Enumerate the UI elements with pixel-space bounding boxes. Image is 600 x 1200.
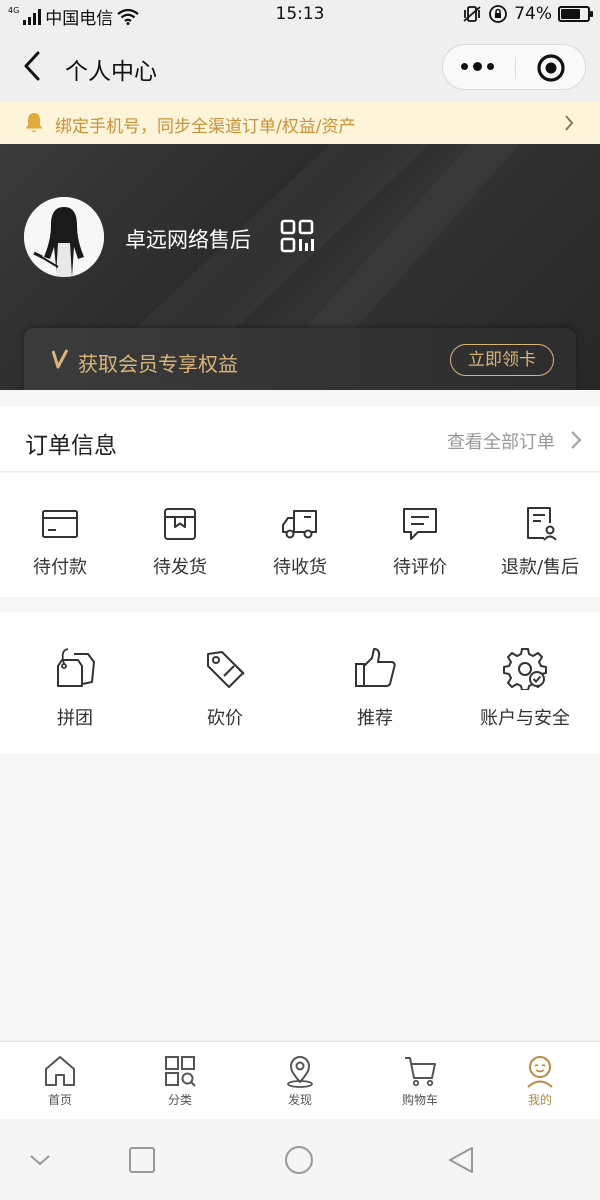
mini-program-capsule (442, 44, 586, 90)
box-icon (164, 508, 196, 540)
truck-icon (282, 510, 317, 539)
refund-doc-icon (527, 507, 557, 541)
order-item-label: 待评价 (393, 557, 447, 578)
battery-fill (561, 9, 581, 19)
navigation-bar: 个人中心 (0, 30, 600, 102)
tab-home[interactable]: 首页 (0, 1042, 120, 1119)
tab-mine[interactable]: 我的 (480, 1042, 600, 1119)
vip-benefit-text: 获取会员专享权益 (78, 352, 238, 376)
capsule-divider (515, 57, 516, 79)
tab-label: 首页 (47, 1093, 72, 1107)
avatar-illustration (24, 197, 104, 277)
tools-row: 拼团 砍价 推荐 账户与安全 (0, 612, 600, 754)
notice-text: 绑定手机号，同步全渠道订单/权益/资产 (55, 117, 356, 137)
gear-check-icon (503, 648, 547, 690)
page-title: 个人中心 (65, 59, 157, 85)
system-navigation-bar (0, 1119, 600, 1200)
card-icon (42, 510, 78, 538)
category-icon (165, 1056, 196, 1087)
tab-label: 我的 (527, 1093, 552, 1107)
target-circle-icon[interactable] (536, 53, 566, 83)
tool-label: 拼团 (57, 708, 93, 729)
chevron-down-icon[interactable] (25, 1145, 55, 1175)
status-bar: 4G 中国电信 15:13 74% (0, 0, 600, 30)
order-pending-review[interactable]: 待评价 (360, 473, 480, 597)
order-status-row: 待付款 待发货 待收货 待评价 退款/售后 (0, 473, 600, 597)
order-item-label: 待付款 (33, 557, 87, 578)
bell-icon (25, 113, 43, 133)
chevron-right-icon (565, 115, 574, 131)
bottom-tab-bar: 首页 分类 发现 购物车 我的 (0, 1041, 600, 1119)
qr-code-icon[interactable] (280, 219, 314, 253)
order-pending-receipt[interactable]: 待收货 (240, 473, 360, 597)
tab-label: 发现 (287, 1093, 312, 1107)
claim-card-button[interactable]: 立即领卡 (450, 344, 554, 376)
tool-group-buy[interactable]: 拼团 (0, 612, 150, 754)
location-icon (287, 1056, 313, 1088)
rotation-lock-icon (489, 5, 508, 23)
order-refund-aftersale[interactable]: 退款/售后 (480, 473, 600, 597)
recent-apps-icon[interactable] (127, 1145, 157, 1175)
tab-label: 购物车 (401, 1093, 438, 1107)
order-info-title: 订单信息 (25, 433, 117, 459)
order-info-header: 订单信息 查看全部订单 (0, 406, 600, 472)
tags-icon (57, 648, 95, 687)
tab-label: 分类 (167, 1093, 192, 1107)
order-item-label: 待收货 (273, 557, 327, 578)
order-pending-shipment[interactable]: 待发货 (120, 473, 240, 597)
profile-header: 卓远网络售后 获取会员专享权益 立即领卡 (0, 144, 600, 390)
cart-icon (405, 1057, 436, 1087)
vibrate-icon (463, 6, 481, 22)
thumbs-up-icon (355, 648, 396, 687)
bind-phone-notice[interactable]: 绑定手机号，同步全渠道订单/权益/资产 (0, 102, 600, 144)
vip-card: 获取会员专享权益 立即领卡 (24, 328, 576, 390)
tool-bargain[interactable]: 砍价 (150, 612, 300, 754)
tab-category[interactable]: 分类 (120, 1042, 240, 1119)
tab-cart[interactable]: 购物车 (360, 1042, 480, 1119)
home-circle-icon[interactable] (284, 1145, 314, 1175)
chevron-right-icon[interactable] (570, 430, 582, 450)
avatar[interactable] (24, 197, 104, 277)
tab-discover[interactable]: 发现 (240, 1042, 360, 1119)
more-dots-icon[interactable] (461, 62, 494, 71)
order-pending-payment[interactable]: 待付款 (0, 473, 120, 597)
tool-label: 推荐 (357, 708, 393, 729)
tool-label: 砍价 (207, 708, 243, 729)
username: 卓远网络售后 (125, 228, 251, 252)
battery-icon (558, 6, 593, 22)
order-item-label: 退款/售后 (500, 557, 580, 578)
chevron-left-icon[interactable] (18, 50, 48, 82)
status-right: 74% (462, 4, 593, 24)
vip-v-icon (52, 349, 68, 369)
view-all-orders-link[interactable]: 查看全部订单 (447, 428, 555, 454)
comment-icon (403, 508, 437, 540)
user-face-icon (527, 1056, 553, 1088)
tool-recommend[interactable]: 推荐 (300, 612, 450, 754)
price-tag-icon (207, 651, 245, 688)
tool-label: 账户与安全 (480, 708, 570, 729)
back-triangle-icon[interactable] (446, 1145, 476, 1175)
battery-percent: 74% (514, 4, 552, 24)
home-icon (45, 1056, 75, 1086)
tool-account-security[interactable]: 账户与安全 (450, 612, 600, 754)
order-item-label: 待发货 (153, 557, 207, 578)
